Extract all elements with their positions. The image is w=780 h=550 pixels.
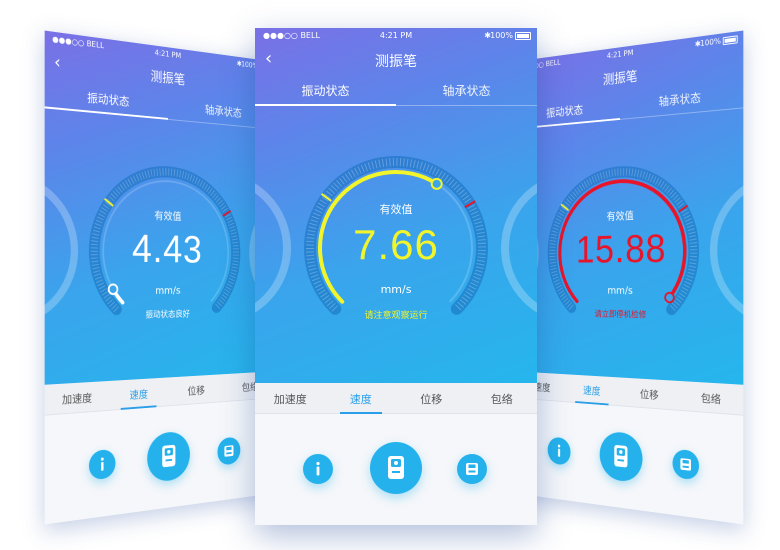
tab-bearing-status[interactable]: 轴承状态 — [396, 82, 537, 99]
tab-velocity[interactable]: 速度 — [108, 385, 168, 404]
tab-displacement[interactable]: 位移 — [396, 391, 467, 407]
gauge-label: 有效值 — [379, 203, 413, 216]
info-icon — [557, 444, 561, 457]
info-icon — [316, 461, 320, 476]
gauge: 有效值 7.66 mm/s 请注意观察运行 — [255, 113, 537, 373]
status-tabs: 振动状态 轴承状态 — [255, 80, 537, 106]
tab-envelope[interactable]: 包络 — [680, 389, 744, 409]
phone-center: ●●●○○ BELL 4:21 PM ✱ 100% ‹ 测振笔 振动状态 轴承状… — [255, 28, 537, 525]
page-title: 测振笔 — [375, 54, 417, 70]
tab-displacement[interactable]: 位移 — [168, 381, 224, 399]
gauge-value: 4.43 — [132, 225, 203, 271]
battery-label: 100% — [490, 31, 513, 40]
device-button[interactable] — [370, 442, 422, 494]
phone-right: ●●●○○ BELL 4:21 PM ✱ 100% ‹ 测振笔 振动状态 轴承状… — [512, 30, 744, 525]
battery-label: 100% — [700, 36, 721, 49]
gauge-unit: mm/s — [380, 283, 412, 296]
screen-top: ●●●○○ BELL 4:21 PM ✱ 100% ‹ 测振笔 振动状态 轴承状… — [255, 28, 537, 383]
tab-envelope[interactable]: 包络 — [467, 391, 538, 407]
save-icon — [680, 458, 692, 471]
gauge-value: 15.88 — [575, 225, 667, 271]
battery-icon — [515, 32, 531, 40]
battery-icon — [722, 35, 738, 46]
tab-acceleration[interactable]: 加速度 — [45, 389, 109, 409]
device-icon — [388, 456, 404, 479]
gauge: 有效值 4.43 mm/s 振动状态良好 — [45, 115, 276, 374]
device-icon — [614, 444, 628, 468]
save-button[interactable] — [217, 436, 241, 466]
gauge-knob — [430, 177, 443, 190]
save-icon — [224, 445, 234, 457]
gauge: 有效值 15.88 mm/s 请立即停机检修 — [512, 115, 743, 374]
save-button[interactable] — [457, 454, 487, 484]
info-icon — [100, 457, 104, 471]
phone-left: ●●●○○ BELL 4:21 PM ✱ 100% ‹ 测振笔 振动状态 轴承状… — [44, 30, 276, 525]
action-bar — [512, 398, 744, 525]
screen-top: ●●●○○ BELL 4:21 PM ✱ 100% ‹ 测振笔 振动状态 轴承状… — [44, 30, 276, 385]
gauge-value: 7.66 — [353, 221, 439, 268]
nav-bar: ‹ 测振笔 — [255, 44, 537, 76]
tab-velocity[interactable]: 速度 — [326, 391, 397, 407]
info-button[interactable] — [88, 448, 116, 481]
tab-underline — [255, 104, 396, 106]
action-bar — [44, 398, 276, 525]
device-icon — [161, 444, 177, 468]
tab-displacement[interactable]: 位移 — [620, 385, 680, 404]
action-bar — [255, 414, 537, 524]
measurement-tabs: 加速度 速度 位移 包络 — [255, 383, 537, 414]
gauge-status: 请注意观察运行 — [364, 311, 428, 321]
info-button[interactable] — [547, 436, 571, 466]
save-button[interactable] — [672, 448, 700, 481]
tab-vibration-status[interactable]: 振动状态 — [255, 82, 396, 99]
save-icon — [466, 463, 478, 475]
device-button[interactable] — [599, 430, 643, 484]
info-button[interactable] — [303, 454, 333, 484]
status-bar: ●●●○○ BELL 4:21 PM ✱ 100% — [255, 28, 537, 44]
device-button[interactable] — [147, 430, 190, 484]
tab-acceleration[interactable]: 加速度 — [255, 391, 326, 407]
tab-velocity[interactable]: 速度 — [564, 381, 620, 399]
screen-top: ●●●○○ BELL 4:21 PM ✱ 100% ‹ 测振笔 振动状态 轴承状… — [512, 30, 744, 385]
